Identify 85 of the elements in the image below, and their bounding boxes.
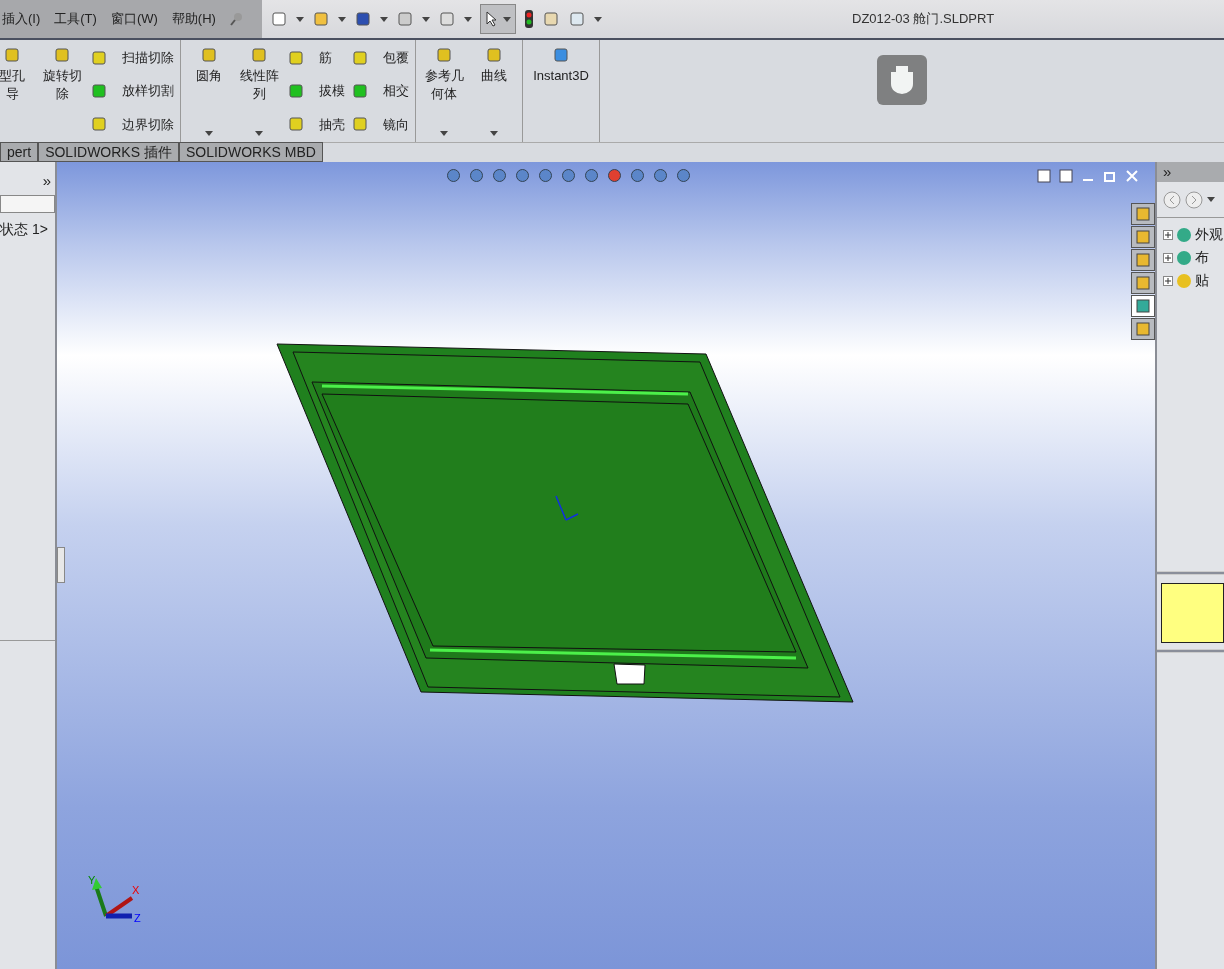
filter-field[interactable] (0, 194, 55, 213)
feature-icon[interactable] (287, 82, 305, 100)
usb-drive-badge[interactable] (877, 55, 927, 105)
cursor-icon (485, 11, 499, 27)
feature-button[interactable]: 参考几 何体 (424, 67, 464, 103)
feature-icon[interactable] (287, 48, 305, 67)
feature-icon[interactable] (90, 82, 108, 100)
feature-icon[interactable] (552, 46, 570, 64)
close-icon[interactable] (1125, 169, 1139, 183)
feature-icon[interactable] (287, 115, 305, 134)
menu-item[interactable]: 插入(I) (2, 9, 41, 29)
feature-icon[interactable] (90, 48, 108, 67)
menu-item[interactable]: 工具(T) (54, 9, 97, 29)
feature-icon[interactable] (200, 46, 218, 64)
command-tab[interactable]: SOLIDWORKS 插件 (38, 142, 179, 162)
feature-button[interactable]: 型孔 导 (0, 67, 25, 103)
feature-icon[interactable] (90, 115, 108, 134)
feature-button[interactable]: 边界切除 (122, 114, 174, 134)
task-pane-tab[interactable] (1131, 272, 1155, 294)
feature-icon[interactable] (351, 82, 369, 100)
caret-icon[interactable] (380, 16, 388, 22)
pane-icon (1135, 298, 1151, 314)
feature-icon[interactable] (435, 46, 453, 64)
feature-icon[interactable] (53, 46, 71, 64)
pane-icon (1135, 321, 1151, 337)
expand-toggle[interactable]: » (1163, 160, 1172, 184)
feature-button[interactable]: 包覆 (383, 48, 409, 68)
caret-icon[interactable] (338, 16, 346, 22)
feature-button[interactable]: 筋 (319, 48, 332, 68)
tree-item[interactable]: 状态 1> (0, 212, 55, 240)
feature-icon[interactable] (250, 46, 268, 64)
feature-icon[interactable] (351, 115, 369, 134)
caret-icon[interactable] (594, 16, 602, 22)
caret-icon[interactable] (490, 131, 498, 136)
feature-button[interactable]: 拔模 (319, 81, 345, 101)
feature-button[interactable]: 抽壳 (319, 114, 345, 134)
restore-icon[interactable] (1103, 169, 1117, 183)
caret-icon[interactable] (503, 16, 511, 22)
feature-icon[interactable] (3, 46, 21, 64)
feature-button[interactable]: 线性阵 列 (239, 67, 279, 103)
tree-item[interactable]: 贴 (1195, 270, 1209, 291)
tree-item[interactable]: 布 (1195, 247, 1209, 268)
feature-button[interactable]: 扫描切除 (122, 48, 174, 68)
expand-icon[interactable] (1163, 229, 1173, 240)
command-tab[interactable]: SOLIDWORKS MBD (178, 142, 323, 162)
pane-icon (1135, 275, 1151, 291)
pane-icon (1135, 206, 1151, 222)
feature-button[interactable]: 放样切割 (122, 81, 174, 101)
menu-item[interactable]: 窗口(W) (110, 9, 158, 29)
caret-icon[interactable] (464, 16, 472, 22)
traffic-light-icon[interactable] (524, 10, 534, 28)
feature-icon[interactable] (351, 48, 369, 67)
caret-icon[interactable] (296, 16, 304, 22)
task-pane-tab[interactable] (1131, 249, 1155, 271)
expand-icon[interactable] (1163, 252, 1173, 263)
feature-button[interactable]: Instant3D (533, 67, 589, 85)
caret-icon[interactable] (255, 131, 263, 136)
window-title: DZ012-03 舱门.SLDPRT (852, 10, 995, 29)
usb-drive-icon (890, 66, 914, 94)
pane-icon (1135, 252, 1151, 268)
command-tab[interactable]: pert (0, 142, 39, 162)
expand-icon[interactable] (1163, 275, 1173, 286)
caret-icon[interactable] (440, 131, 448, 136)
select-button[interactable] (480, 4, 516, 34)
menu-item[interactable]: 帮助(H) (171, 9, 216, 29)
preview-swatch (1161, 583, 1224, 643)
task-pane-tab[interactable] (1131, 226, 1155, 248)
back-icon[interactable] (1163, 190, 1181, 209)
task-pane-tab[interactable] (1131, 318, 1155, 340)
feature-button[interactable]: 曲线 (481, 67, 507, 85)
panel-splitter-handle[interactable] (57, 547, 65, 583)
tree-item[interactable]: 外观 (1195, 224, 1223, 245)
feature-button[interactable]: 旋转切 除 (42, 67, 82, 103)
expand-toggle[interactable]: » (42, 162, 55, 193)
feature-button[interactable]: 相交 (383, 81, 409, 101)
feature-button[interactable]: 镜向 (383, 114, 409, 134)
pane-icon (1135, 229, 1151, 245)
feature-button[interactable]: 圆角 (196, 67, 222, 85)
axis-triad-drawing: Y X Z (86, 874, 144, 926)
task-pane-tab[interactable] (1131, 203, 1155, 225)
caret-icon[interactable] (1207, 197, 1215, 202)
task-pane-tab[interactable] (1131, 295, 1155, 317)
feature-icon[interactable] (485, 46, 503, 64)
caret-icon[interactable] (422, 16, 430, 22)
caret-icon[interactable] (205, 131, 213, 136)
